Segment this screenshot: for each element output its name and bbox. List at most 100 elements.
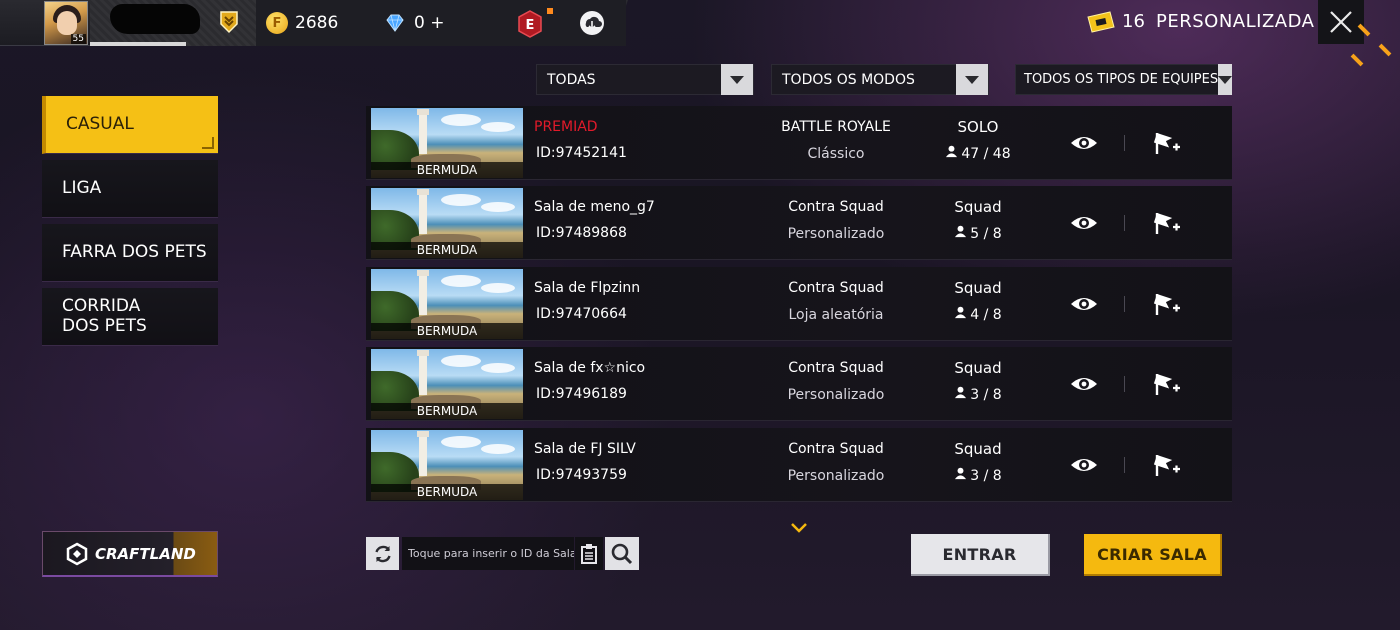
map-thumbnail: BERMUDA — [371, 108, 523, 178]
filter-region[interactable]: TODAS — [536, 64, 754, 95]
join-flag-icon[interactable] — [1153, 130, 1181, 156]
close-button[interactable] — [1318, 0, 1364, 44]
cloud-shape — [481, 122, 515, 132]
room-title: Sala de Flpzinn — [534, 280, 641, 296]
room-row[interactable]: BERMUDA PREMIAD ID:97452141 BATTLE ROYALE Cl… — [366, 106, 1232, 180]
enter-button-label: ENTRAR — [942, 544, 1017, 564]
join-flag-icon[interactable] — [1153, 291, 1181, 317]
create-room-button[interactable]: CRIAR SALA — [1084, 534, 1222, 576]
room-row[interactable]: BERMUDA Sala de meno_g7 ID:97489868 Contra … — [366, 186, 1232, 260]
player-count-value: 3 / 8 — [970, 467, 1002, 484]
chevron-down-icon[interactable] — [1218, 64, 1233, 95]
player-level: 55 — [70, 34, 86, 44]
room-mode: Contra Squad — [788, 199, 884, 215]
join-flag-icon[interactable] — [1153, 210, 1181, 236]
coin-balance: 2686 — [295, 13, 339, 33]
player-count: 3 / 8 — [928, 386, 1028, 403]
room-id: ID:97470664 — [536, 306, 627, 322]
room-card-icon — [1087, 11, 1115, 33]
divider — [1124, 135, 1125, 151]
cloud-download-icon[interactable] — [579, 10, 605, 36]
room-row[interactable]: BERMUDA Sala de Flpzinn ID:97470664 Contra … — [366, 267, 1232, 341]
craftland-logo-icon — [66, 542, 88, 565]
team-type: Squad — [954, 279, 1002, 297]
room-submode: Clássico — [807, 146, 865, 162]
player-count: 5 / 8 — [928, 225, 1028, 242]
room-title: Sala de meno_g7 — [534, 199, 655, 215]
diamond-icon — [386, 14, 404, 32]
cloud-shape — [441, 194, 481, 206]
join-flag-icon[interactable] — [1153, 371, 1181, 397]
map-name: BERMUDA — [371, 162, 523, 178]
category-liga[interactable]: LIGA — [42, 160, 218, 218]
spectate-eye-icon[interactable] — [1069, 213, 1099, 233]
spectate-eye-icon[interactable] — [1069, 133, 1099, 153]
craftland-button[interactable]: CRAFTLAND — [42, 531, 218, 577]
diamond-balance[interactable]: 0 + — [414, 13, 444, 33]
person-icon — [954, 225, 967, 242]
room-id: ID:97493759 — [536, 467, 627, 483]
cloud-shape — [441, 436, 481, 448]
room-mode: Contra Squad — [788, 360, 884, 376]
chevron-down-icon[interactable] — [721, 64, 753, 95]
room-title: PREMIAD — [534, 119, 598, 135]
elite-pass-icon[interactable]: E — [517, 10, 543, 38]
diamond-count: 0 — [414, 13, 425, 33]
cloud-shape — [481, 283, 515, 293]
player-count-value: 3 / 8 — [970, 386, 1002, 403]
diamond-plus: + — [430, 13, 445, 33]
player-count-value: 4 / 8 — [970, 306, 1002, 323]
category-label: CORRIDA DOS PETS — [62, 295, 147, 336]
filter-mode[interactable]: TODOS OS MODOS — [771, 64, 989, 95]
room-submode: Loja aleatória — [788, 307, 884, 323]
map-thumbnail: BERMUDA — [371, 269, 523, 339]
map-thumbnail: BERMUDA — [371, 349, 523, 419]
corner-accent — [1350, 53, 1364, 67]
room-mode: Contra Squad — [788, 280, 884, 296]
category-label: CASUAL — [66, 113, 134, 134]
room-submode: Personalizado — [787, 226, 885, 242]
player-count-value: 47 / 48 — [961, 145, 1011, 162]
refresh-button[interactable] — [366, 537, 399, 570]
room-mode: BATTLE ROYALE — [781, 119, 891, 135]
cloud-shape — [481, 202, 515, 212]
rank-badge-icon[interactable] — [218, 10, 240, 34]
create-room-button-label: CRIAR SALA — [1097, 544, 1207, 564]
room-row[interactable]: BERMUDA Sala de FJ SILV ID:97493759 Contra … — [366, 428, 1232, 502]
room-submode: Personalizado — [787, 468, 885, 484]
spectate-eye-icon[interactable] — [1069, 374, 1099, 394]
avatar[interactable]: 55 — [44, 1, 88, 45]
paste-button[interactable] — [575, 537, 603, 570]
category-corrida-dos-pets[interactable]: CORRIDA DOS PETS — [42, 288, 218, 346]
refresh-icon — [374, 545, 391, 562]
filter-team-type[interactable]: TODOS OS TIPOS DE EQUIPES — [1015, 64, 1233, 95]
search-icon — [611, 543, 633, 564]
player-count-value: 5 / 8 — [970, 225, 1002, 242]
room-title: Sala de fx☆nico — [534, 360, 646, 376]
room-submode: Personalizado — [787, 387, 885, 403]
divider — [1124, 457, 1125, 473]
category-casual[interactable]: CASUAL — [42, 96, 218, 154]
search-button[interactable] — [605, 537, 639, 570]
gold-coin-icon: F — [266, 12, 288, 34]
join-flag-icon[interactable] — [1153, 452, 1181, 478]
lighthouse-shape — [417, 431, 429, 476]
craftland-label: CRAFTLAND — [95, 544, 196, 563]
room-id-input[interactable] — [402, 537, 574, 570]
cloud-shape — [481, 363, 515, 373]
spectate-eye-icon[interactable] — [1069, 294, 1099, 314]
person-icon — [954, 306, 967, 323]
filter-region-label: TODAS — [547, 71, 596, 88]
enter-button[interactable]: ENTRAR — [911, 534, 1050, 576]
lighthouse-shape — [417, 350, 429, 395]
spectate-eye-icon[interactable] — [1069, 455, 1099, 475]
player-count: 3 / 8 — [928, 467, 1028, 484]
category-farra-dos-pets[interactable]: FARRA DOS PETS — [42, 224, 218, 282]
scroll-down-chevron-icon[interactable] — [789, 521, 809, 535]
chevron-down-icon[interactable] — [956, 64, 988, 95]
room-row[interactable]: BERMUDA Sala de fx☆nico ID:97496189 Contra … — [366, 347, 1232, 421]
person-icon — [945, 145, 958, 162]
page-title: PERSONALIZADA — [1156, 11, 1315, 32]
clipboard-icon — [581, 543, 597, 564]
filter-team-type-label: TODOS OS TIPOS DE EQUIPES — [1024, 72, 1219, 87]
